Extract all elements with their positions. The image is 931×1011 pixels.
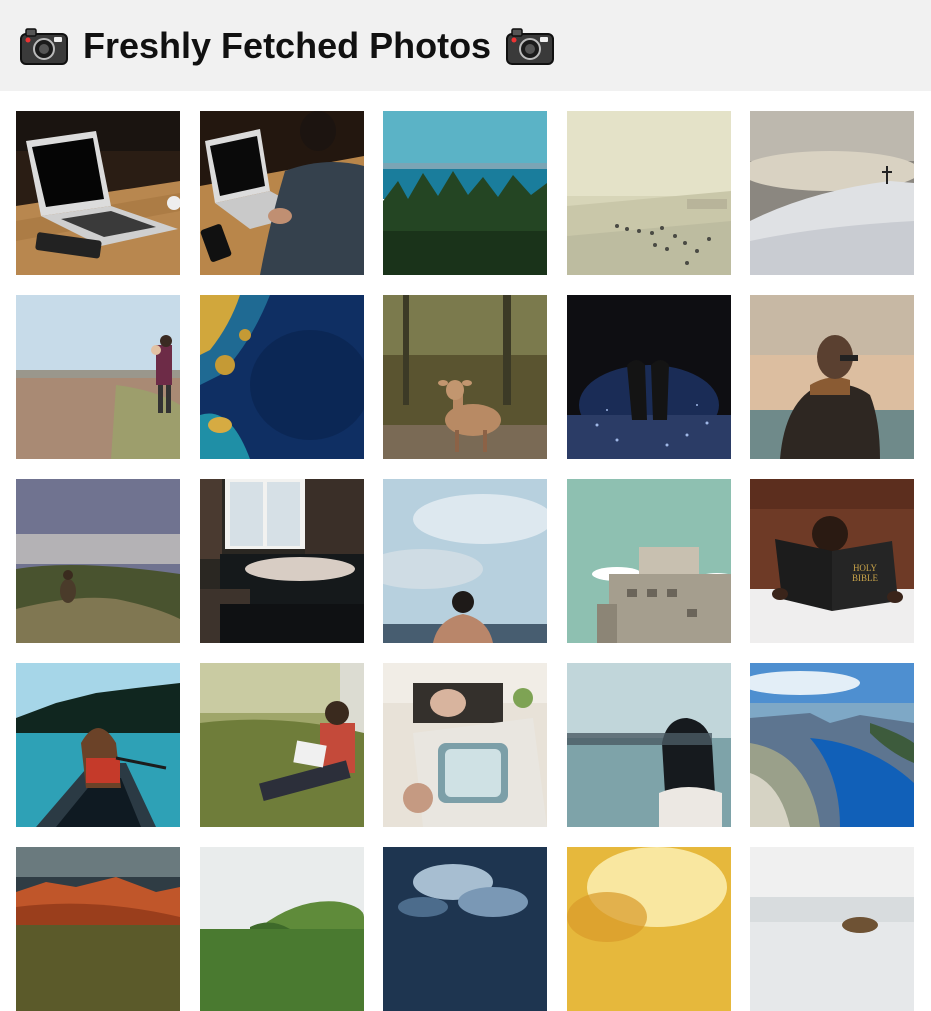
- photo-deer-in-forest[interactable]: [383, 295, 547, 459]
- camera-with-flash-icon: [506, 27, 555, 65]
- photo-dramatic-clouds[interactable]: [383, 847, 547, 1011]
- photo-snowy-field-animal[interactable]: [750, 847, 914, 1011]
- page-title: Freshly Fetched Photos: [20, 24, 555, 67]
- camera-with-flash-icon: [20, 27, 68, 65]
- photo-blindfolded-woman-by-sea[interactable]: [566, 663, 731, 827]
- photo-woman-in-canoe[interactable]: [16, 663, 180, 827]
- page-header: Freshly Fetched Photos: [0, 0, 931, 91]
- photo-couple-at-night[interactable]: [566, 295, 731, 459]
- photo-person-facing-sea[interactable]: [750, 295, 914, 459]
- photo-person-sleeping-on-sofa[interactable]: [199, 479, 364, 643]
- photo-fjord-landscape[interactable]: [750, 663, 914, 827]
- photo-man-looking-at-sky[interactable]: [383, 479, 547, 643]
- photo-person-typing-on-laptop[interactable]: [199, 111, 364, 275]
- photo-person-on-misty-cliff[interactable]: [16, 479, 180, 643]
- photo-person-reading-in-grass[interactable]: [199, 663, 364, 827]
- photo-old-stone-bunker[interactable]: [566, 479, 731, 643]
- svg-text:HOLY: HOLY: [853, 563, 878, 573]
- photo-man-carrying-child-on-beach[interactable]: [16, 295, 180, 459]
- photo-child-reading-bible[interactable]: HOLY BIBLE: [750, 479, 914, 643]
- photo-green-hills-in-fog[interactable]: [199, 847, 364, 1011]
- photo-forest-and-sea[interactable]: [383, 111, 547, 275]
- title-text: Freshly Fetched Photos: [83, 24, 492, 66]
- photo-laptop-on-wooden-desk[interactable]: [16, 111, 180, 275]
- photo-snowy-hill-with-cross[interactable]: [750, 111, 914, 275]
- photo-golden-haze[interactable]: [566, 847, 731, 1011]
- photo-grid: HOLY BIBLE: [16, 111, 914, 1011]
- photo-aerial-ocean-coast[interactable]: [199, 295, 364, 459]
- photo-sunlit-cliffs[interactable]: [16, 847, 180, 1011]
- svg-text:BIBLE: BIBLE: [852, 573, 879, 583]
- photo-person-in-vintage-van[interactable]: [383, 663, 547, 827]
- photo-beach-crowd[interactable]: [566, 111, 731, 275]
